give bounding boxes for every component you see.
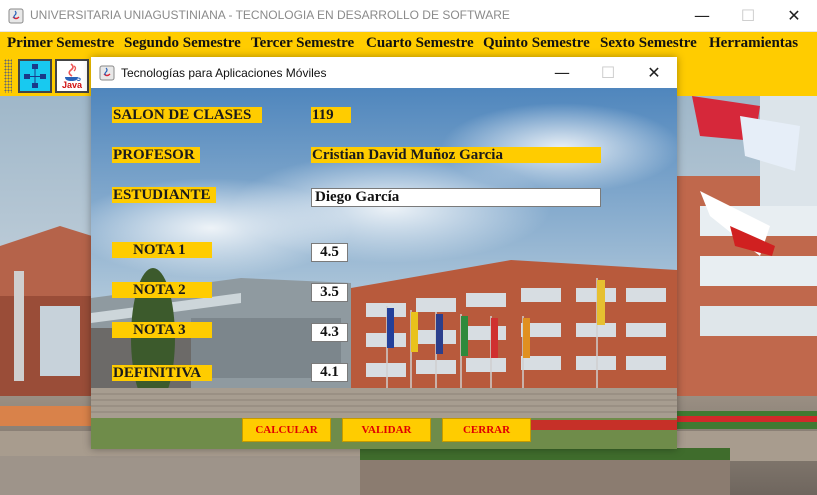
definitiva-value: 4.1 [311,363,348,382]
campus-background-image [91,88,677,449]
java-app-icon [8,8,24,24]
diagram-icon [20,61,50,91]
menu-bar: Primer Semestre Segundo Semestre Tercer … [0,32,817,56]
menu-primer-semestre[interactable]: Primer Semestre [7,35,114,52]
profesor-value: Cristian David Muñoz Garcia [311,147,601,163]
subject-minimize-button[interactable]: — [539,57,585,88]
diagram-tool-button[interactable] [18,59,52,93]
salon-value: 119 [311,107,351,123]
nota2-input[interactable]: 3.5 [311,283,348,302]
menu-herramientas[interactable]: Herramientas [709,35,798,52]
profesor-label: PROFESOR [112,147,200,163]
nota2-label: NOTA 2 [112,282,212,298]
java-button-label: Java [61,80,83,90]
close-button[interactable]: ✕ [771,0,817,32]
subject-window: Tecnologías para Aplicaciones Móviles — … [91,57,677,449]
subject-window-title: Tecnologías para Aplicaciones Móviles [121,66,327,80]
estudiante-label: ESTUDIANTE [112,187,216,203]
main-title-bar: UNIVERSITARIA UNIAGUSTINIANA - TECNOLOGI… [0,0,817,32]
java-tool-button[interactable]: Java [55,59,89,93]
salon-label: SALON DE CLASES [112,107,262,123]
menu-sexto-semestre[interactable]: Sexto Semestre [600,35,697,52]
nota3-input[interactable]: 4.3 [311,323,348,342]
menu-quinto-semestre[interactable]: Quinto Semestre [483,35,590,52]
definitiva-label: DEFINITIVA [112,365,212,381]
minimize-button[interactable]: — [679,0,725,32]
subject-window-title-bar: Tecnologías para Aplicaciones Móviles — … [91,57,677,88]
menu-segundo-semestre[interactable]: Segundo Semestre [124,35,241,52]
maximize-button[interactable]: ☐ [725,0,771,32]
nota1-label: NOTA 1 [112,242,212,258]
menu-cuarto-semestre[interactable]: Cuarto Semestre [366,35,474,52]
menu-tercer-semestre[interactable]: Tercer Semestre [251,35,354,52]
subject-maximize-button[interactable]: ☐ [585,57,631,88]
validar-button[interactable]: VALIDAR [342,418,431,442]
toolbar-grip[interactable] [4,59,12,93]
subject-close-button[interactable]: ✕ [631,57,677,88]
cerrar-button[interactable]: CERRAR [442,418,531,442]
nota3-label: NOTA 3 [112,322,212,338]
main-window-title: UNIVERSITARIA UNIAGUSTINIANA - TECNOLOGI… [30,8,510,22]
nota1-input[interactable]: 4.5 [311,243,348,262]
estudiante-input[interactable]: Diego García [311,188,601,207]
calcular-button[interactable]: CALCULAR [242,418,331,442]
java-app-icon [99,65,115,81]
